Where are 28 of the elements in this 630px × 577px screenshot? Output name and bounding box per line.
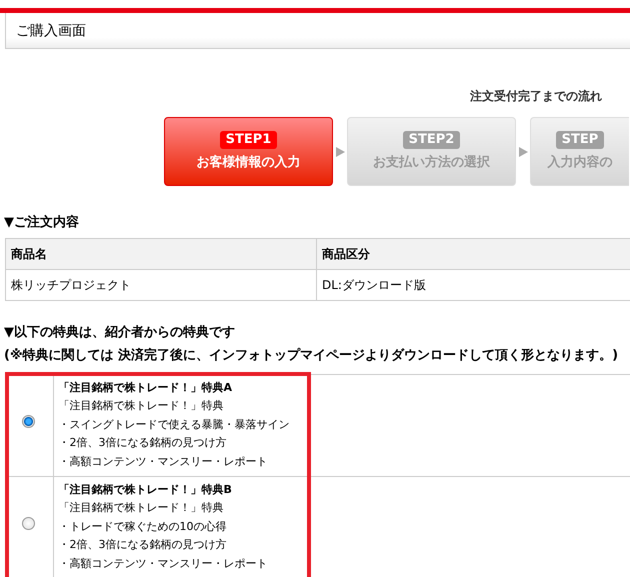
benefit-title: 「注目銘柄で株トレード！」特典B (58, 482, 233, 498)
benefit-line: ・高額コンテンツ・マンスリー・レポート (58, 556, 268, 572)
note-text: (※特典に関しては 決済完了後に、インフォトップマイページよりダウンロードして頂く形となります。) (4, 346, 620, 365)
benefit-line: ・スイングトレードで使える暴騰・暴落サイン (58, 416, 290, 433)
benefit-line: ・高額コンテンツ・マンスリー・レポート (58, 454, 268, 470)
section-heading: ▼以下の特典は、紹介者からの特典です (4, 324, 236, 342)
benefit-line: ・2倍、3倍になる銘柄の見つけ方 (58, 537, 228, 554)
section-heading: ▼ご注文内容 (4, 214, 80, 232)
benefit-line: ・トレードで稼ぐための10の心得 (58, 518, 228, 535)
arrow-icon (518, 146, 528, 156)
step-badge: STEP1 (220, 130, 278, 149)
radio-button[interactable] (22, 517, 36, 530)
benefit-line: ・2倍、3倍になる銘柄の見つけ方 (58, 435, 228, 452)
step-label: お支払い方法の選択 (373, 154, 490, 172)
step-badge: STEP (556, 130, 604, 149)
table-header: 商品名 (6, 238, 316, 269)
radio-button[interactable] (22, 415, 36, 428)
step-label: お客様情報の入力 (196, 154, 300, 172)
benefit-line: 「注目銘柄で株トレード！」特典 (58, 398, 224, 414)
benefit-title: 「注目銘柄で株トレード！」特典A (58, 380, 234, 396)
step-label: 入力内容の (548, 154, 612, 172)
benefit-line: 「注目銘柄で株トレード！」特典 (58, 500, 224, 516)
flow-title: 注文受付完了までの流れ (469, 88, 602, 105)
step-badge: STEP2 (402, 130, 460, 149)
page-title: ご購入画面 (16, 23, 86, 39)
table-header: 商品区分 (316, 238, 630, 269)
arrow-icon (336, 146, 344, 156)
table-cell: 株リッチプロジェクト (6, 269, 316, 300)
